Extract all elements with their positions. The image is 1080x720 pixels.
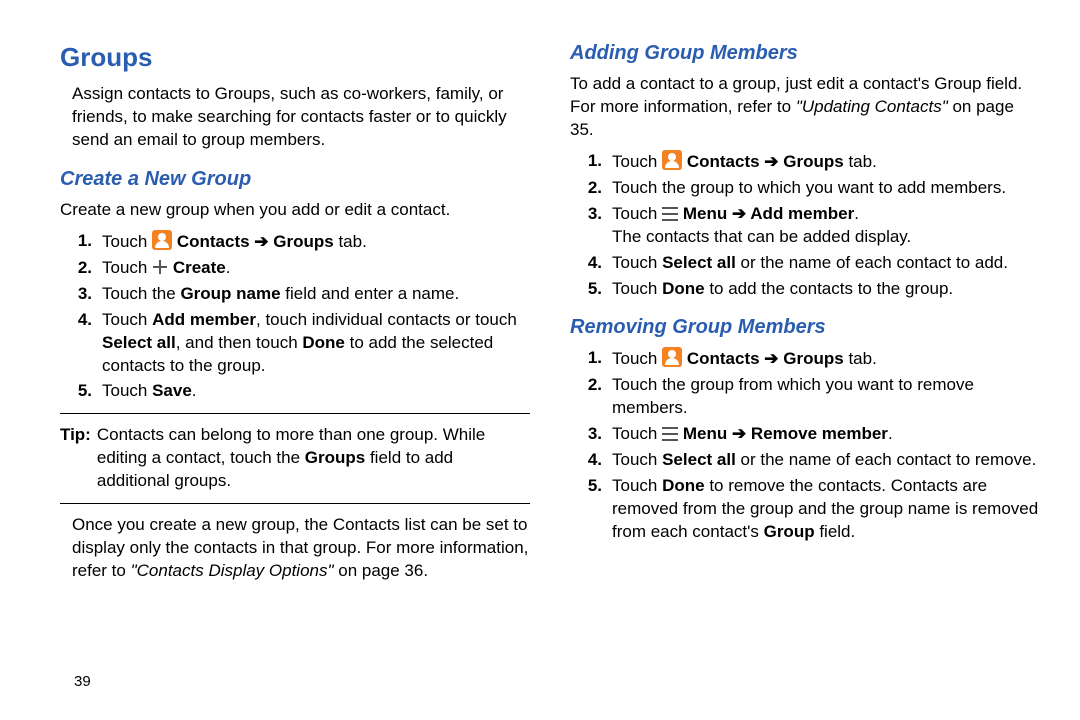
step-text: Touch Save. [102,380,530,403]
list-item: 5. Touch Done to remove the contacts. Co… [584,475,1040,544]
list-item: 2. Touch the group to which you want to … [584,177,1040,200]
list-item: 4. Touch Select all or the name of each … [584,252,1040,275]
step-number: 4. [584,449,602,472]
create-steps: 1. Touch Contacts ➔ Groups tab. 2. Touch… [74,230,530,404]
list-item: 2. Touch Create. [74,257,530,280]
step-number: 3. [584,203,602,226]
step-text: Touch Menu ➔ Remove member. [612,423,1040,446]
step-number: 4. [584,252,602,275]
step-text: Touch Done to add the contacts to the gr… [612,278,1040,301]
contacts-icon [152,230,172,250]
step-number: 5. [584,475,602,498]
add-steps: 1. Touch Contacts ➔ Groups tab. 2. Touch… [584,150,1040,301]
list-item: 5. Touch Done to add the contacts to the… [584,278,1040,301]
step-number: 2. [584,177,602,200]
list-item: 4. Touch Add member, touch individual co… [74,309,530,378]
step-number: 1. [584,347,602,370]
step-text: Touch the group to which you want to add… [612,177,1040,200]
step-number: 3. [74,283,92,306]
list-item: 3. Touch Menu ➔ Remove member. [584,423,1040,446]
tip-label: Tip: [60,424,91,493]
heading-groups: Groups [60,40,530,75]
step-text: Touch the Group name field and enter a n… [102,283,530,306]
page-number: 39 [74,672,91,692]
divider [60,413,530,414]
step-text: Touch Menu ➔ Add member. The contacts th… [612,203,1040,249]
step-text: Touch Contacts ➔ Groups tab. [102,230,530,254]
contacts-icon [662,347,682,367]
step-text: Touch Select all or the name of each con… [612,449,1040,472]
step-number: 2. [584,374,602,397]
create-intro: Create a new group when you add or edit … [60,199,530,222]
list-item: 2. Touch the group from which you want t… [584,374,1040,420]
closing-text: Once you create a new group, the Contact… [72,514,530,583]
step-number: 1. [74,230,92,253]
list-item: 1. Touch Contacts ➔ Groups tab. [74,230,530,254]
left-column: Groups Assign contacts to Groups, such a… [60,40,530,591]
step-text: Touch Done to remove the contacts. Conta… [612,475,1040,544]
step-text: Touch the group from which you want to r… [612,374,1040,420]
right-column: Adding Group Members To add a contact to… [570,40,1040,591]
list-item: 1. Touch Contacts ➔ Groups tab. [584,347,1040,371]
subheading-removing-members: Removing Group Members [570,314,1040,341]
divider [60,503,530,504]
step-number: 3. [584,423,602,446]
manual-page: Groups Assign contacts to Groups, such a… [0,0,1080,611]
step-number: 5. [584,278,602,301]
contacts-icon [662,150,682,170]
step-number: 2. [74,257,92,280]
step-number: 1. [584,150,602,173]
plus-icon [152,259,168,275]
tip-block: Tip: Contacts can belong to more than on… [60,424,530,493]
step-number: 5. [74,380,92,403]
remove-steps: 1. Touch Contacts ➔ Groups tab. 2. Touch… [584,347,1040,544]
list-item: 5. Touch Save. [74,380,530,403]
step-number: 4. [74,309,92,332]
subheading-create-group: Create a New Group [60,166,530,193]
add-intro: To add a contact to a group, just edit a… [570,73,1040,142]
subheading-adding-members: Adding Group Members [570,40,1040,67]
step-text: Touch Create. [102,257,530,280]
intro-text: Assign contacts to Groups, such as co-wo… [72,83,530,152]
step-text: Touch Contacts ➔ Groups tab. [612,150,1040,174]
list-item: 3. Touch Menu ➔ Add member. The contacts… [584,203,1040,249]
list-item: 3. Touch the Group name field and enter … [74,283,530,306]
list-item: 4. Touch Select all or the name of each … [584,449,1040,472]
step-text: Touch Contacts ➔ Groups tab. [612,347,1040,371]
menu-icon [662,427,678,441]
menu-icon [662,207,678,221]
list-item: 1. Touch Contacts ➔ Groups tab. [584,150,1040,174]
tip-text: Contacts can belong to more than one gro… [97,424,530,493]
step-text: Touch Add member, touch individual conta… [102,309,530,378]
step-text: Touch Select all or the name of each con… [612,252,1040,275]
